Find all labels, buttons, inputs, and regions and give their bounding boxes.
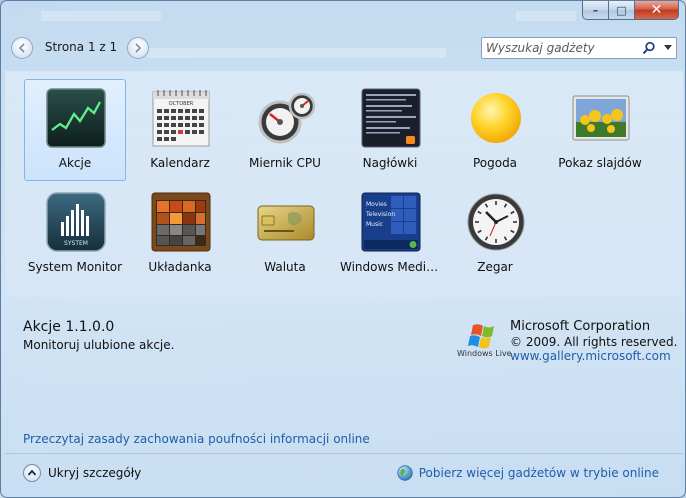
svg-text:OCTOBER: OCTOBER bbox=[169, 101, 194, 107]
next-page-button[interactable] bbox=[127, 37, 149, 59]
maximize-button[interactable]: □ bbox=[609, 1, 635, 20]
hide-details-label[interactable]: Ukryj szczegóły bbox=[48, 466, 141, 480]
gadget-grid: Akcje OCTOBER Kalendarz Miernik CPU Nagł… bbox=[5, 71, 683, 297]
close-button[interactable]: ✕ bbox=[635, 1, 679, 20]
publisher-info: Windows Live Microsoft Corporation © 200… bbox=[457, 319, 679, 363]
previous-page-button[interactable] bbox=[11, 37, 33, 59]
get-more-gadgets-label[interactable]: Pobierz więcej gadżetów w trybie online bbox=[419, 466, 659, 480]
gadget-waluta[interactable]: Waluta bbox=[234, 183, 336, 285]
gadget-naglowki[interactable]: Nagłówki bbox=[339, 79, 441, 181]
svg-text:Music: Music bbox=[366, 221, 383, 228]
caption-buttons: – □ ✕ bbox=[582, 1, 679, 20]
slideshow-icon bbox=[572, 95, 630, 141]
details-panel: Akcje 1.1.0.0 Monitoruj ulubione akcje. bbox=[23, 319, 174, 352]
gadget-label: System Monitor bbox=[27, 260, 123, 274]
gadget-description: Monitoruj ulubione akcje. bbox=[23, 338, 175, 352]
gadget-miernik-cpu[interactable]: Miernik CPU bbox=[234, 79, 336, 181]
page-indicator: Strona 1 z 1 bbox=[44, 40, 118, 54]
stocks-icon bbox=[46, 88, 106, 148]
calendar-icon: OCTOBER bbox=[152, 90, 210, 147]
svg-text:Movies: Movies bbox=[366, 201, 387, 208]
headlines-icon bbox=[361, 88, 421, 148]
hide-details-toggle[interactable]: Ukryj szczegóły bbox=[23, 463, 141, 483]
chevron-down-icon[interactable] bbox=[664, 45, 672, 50]
footer-divider bbox=[5, 453, 683, 454]
currency-icon bbox=[257, 205, 315, 241]
gadget-label: Pogoda bbox=[472, 156, 518, 170]
svg-text:SYSTEM: SYSTEM bbox=[64, 240, 88, 247]
gadgets-window: – □ ✕ Strona 1 z 1 Wyszukaj gadżety Akcj… bbox=[0, 0, 686, 498]
privacy-policy-link[interactable]: Przeczytaj zasady zachowania poufności i… bbox=[23, 432, 370, 446]
gadget-label: Zegar bbox=[477, 260, 513, 274]
chevron-left-icon bbox=[18, 43, 25, 53]
gadget-kalendarz[interactable]: OCTOBER Kalendarz bbox=[129, 79, 231, 181]
gadget-title: Akcje 1.1.0.0 bbox=[23, 319, 115, 335]
system-monitor-icon: SYSTEM bbox=[46, 192, 106, 252]
search-icon[interactable] bbox=[642, 41, 656, 55]
title-bar[interactable]: – □ ✕ bbox=[1, 1, 685, 29]
gadget-label: Waluta bbox=[264, 260, 306, 274]
gadget-pogoda[interactable]: Pogoda bbox=[444, 79, 546, 181]
globe-icon bbox=[397, 465, 413, 481]
gadget-label: Pokaz slajdów bbox=[558, 156, 642, 170]
minimize-button[interactable]: – bbox=[582, 1, 609, 20]
cpu-meter-icon bbox=[258, 92, 316, 144]
publisher-name: Microsoft Corporation bbox=[510, 319, 651, 334]
gadget-system-monitor[interactable]: SYSTEM System Monitor bbox=[24, 183, 126, 285]
gadget-label: Windows Media... bbox=[340, 260, 440, 274]
gadget-ukladanka[interactable]: Układanka bbox=[129, 183, 231, 285]
sun-icon bbox=[471, 93, 521, 143]
gadget-label: Układanka bbox=[148, 260, 212, 274]
svg-text:Television: Television bbox=[365, 211, 395, 218]
windows-live-logo-text: Windows Live bbox=[457, 349, 512, 358]
get-more-gadgets-link[interactable]: Pobierz więcej gadżetów w trybie online bbox=[397, 463, 659, 483]
puzzle-icon bbox=[151, 192, 211, 252]
search-input[interactable] bbox=[482, 38, 642, 58]
gadget-label: Nagłówki bbox=[362, 156, 418, 170]
publisher-copyright: © 2009. All rights reserved. bbox=[510, 335, 678, 349]
gadget-akcje[interactable]: Akcje bbox=[24, 79, 126, 181]
publisher-url-link[interactable]: www.gallery.microsoft.com bbox=[510, 349, 671, 363]
search-box bbox=[481, 37, 677, 59]
clock-icon bbox=[467, 193, 525, 251]
toolbar: Strona 1 z 1 bbox=[11, 37, 677, 59]
gadget-windows-media[interactable]: Movies Television Music Windows Media... bbox=[339, 183, 441, 285]
gadget-label: Kalendarz bbox=[150, 156, 210, 170]
gadget-zegar[interactable]: Zegar bbox=[444, 183, 546, 285]
gadget-label: Miernik CPU bbox=[249, 156, 321, 170]
media-center-icon: Movies Television Music bbox=[361, 192, 421, 252]
gadget-pokaz-slajdow[interactable]: Pokaz slajdów bbox=[549, 79, 651, 181]
gadget-label: Akcje bbox=[58, 156, 92, 170]
chevron-up-icon[interactable] bbox=[23, 464, 41, 482]
chevron-right-icon bbox=[135, 43, 142, 53]
